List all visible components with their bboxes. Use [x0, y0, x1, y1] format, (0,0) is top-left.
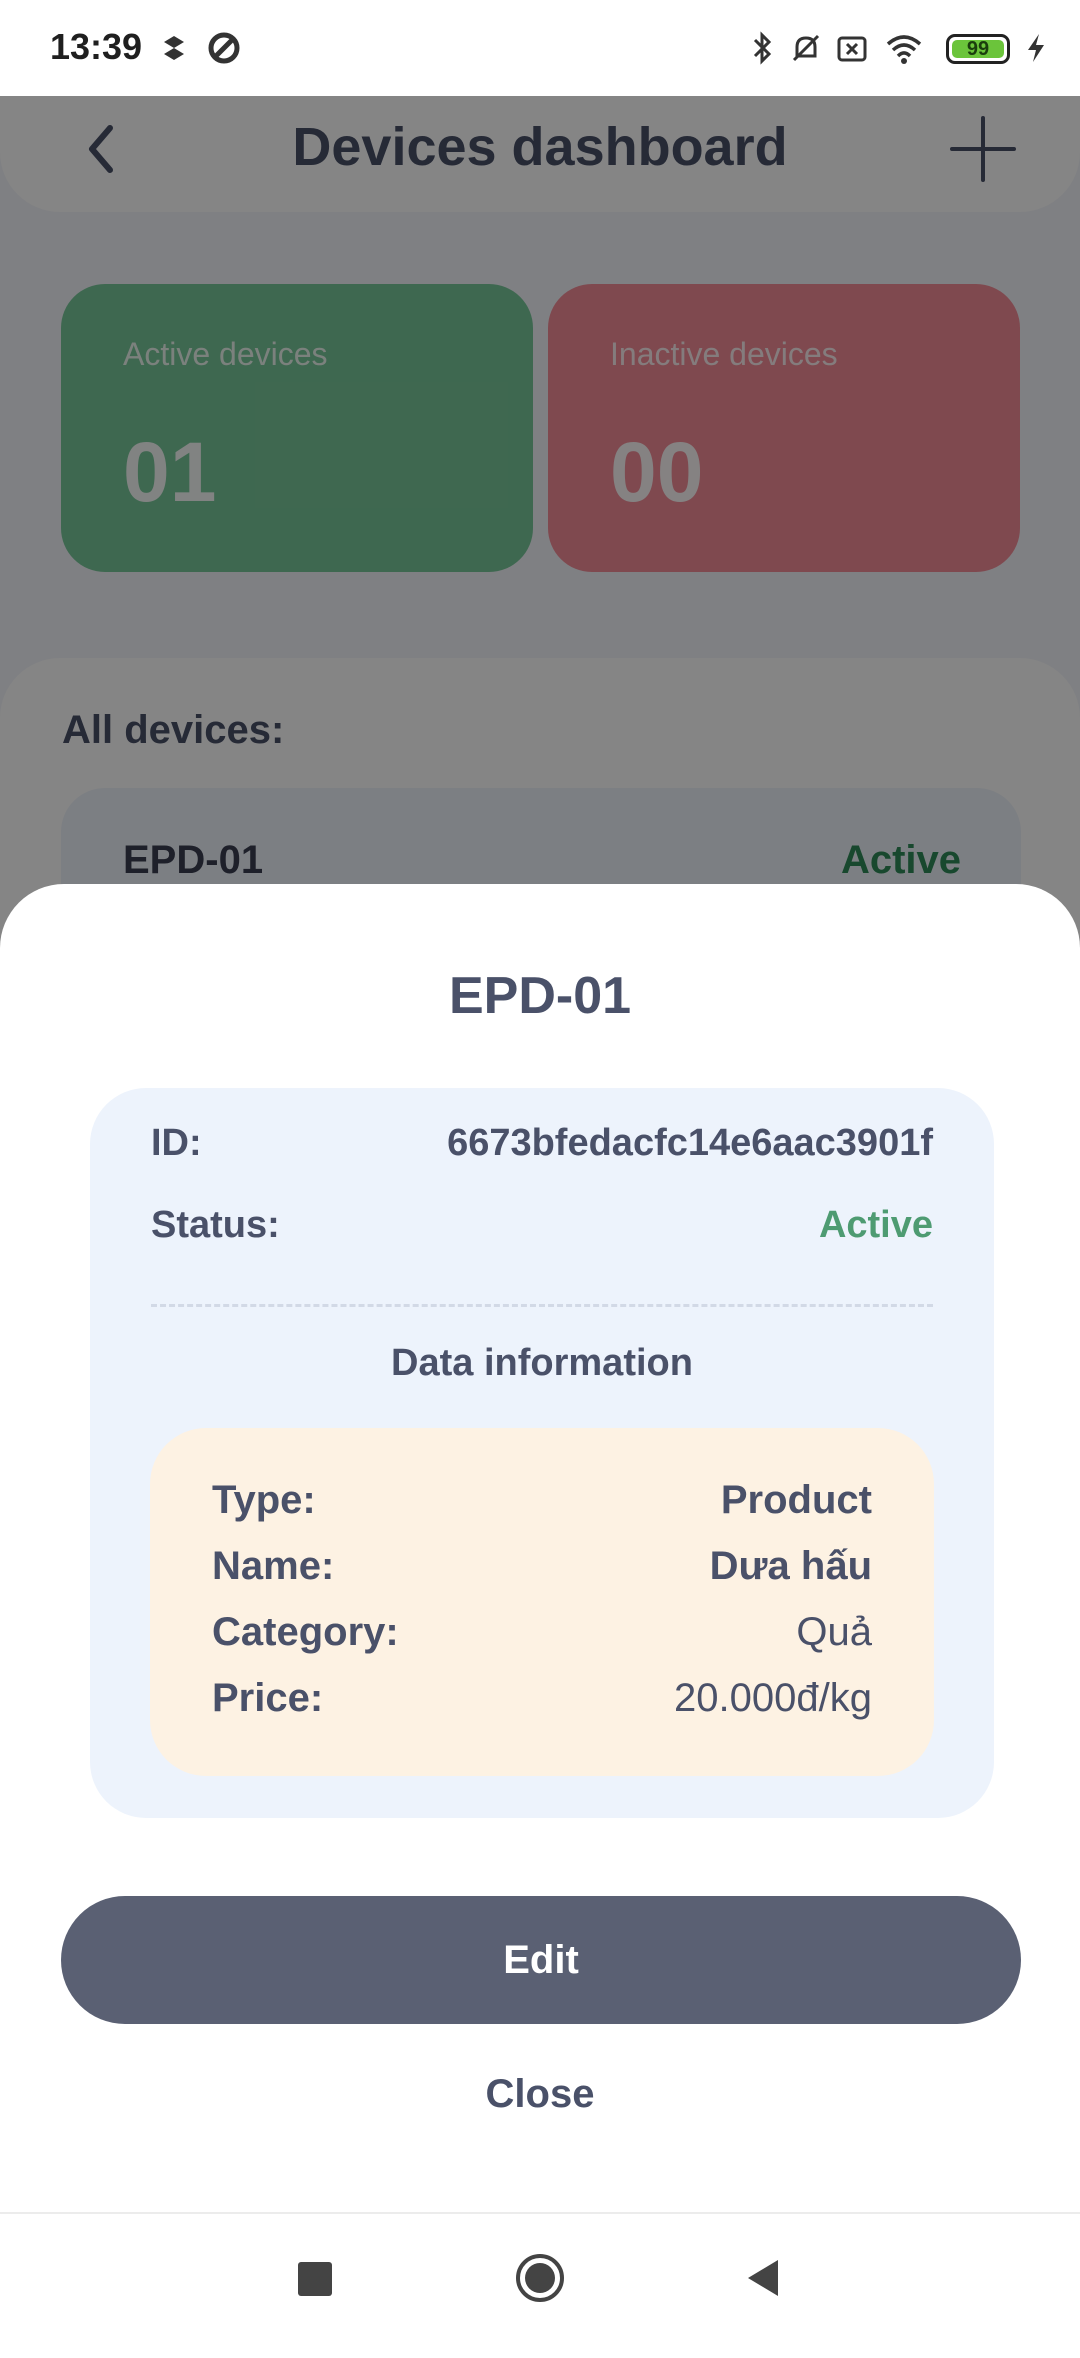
price-value: 20.000đ/kg [674, 1676, 872, 1720]
sheet-title: EPD-01 [448, 967, 632, 1025]
type-value: Product [720, 1478, 872, 1522]
charging-icon [1028, 34, 1044, 62]
battery-level: 99 [966, 38, 990, 60]
id-label: ID: [151, 1122, 202, 1164]
status-value: Active [818, 1204, 933, 1246]
recents-button[interactable] [298, 2262, 332, 2296]
id-value: 6673bfedacfc14e6aac3901f [447, 1122, 933, 1164]
device-detail-sheet: EPD-01 ID: 6673bfedacfc14e6aac3901f Stat… [0, 884, 1080, 2340]
price-label: Price: [212, 1676, 324, 1720]
name-value: Dưa hấu [709, 1544, 872, 1588]
status-bar: 13:39 99 [0, 0, 1080, 96]
status-label: Status: [151, 1204, 280, 1246]
edit-button[interactable]: Edit [61, 1896, 1021, 2024]
wifi-icon [886, 35, 922, 64]
system-nav-bar [0, 2212, 1080, 2342]
category-label: Category: [212, 1610, 399, 1654]
data-information-title: Data information [391, 1342, 693, 1384]
type-label: Type: [212, 1478, 316, 1522]
system-back-button[interactable] [742, 2256, 782, 2300]
category-value: Quả [796, 1610, 872, 1654]
sim-x-icon [837, 36, 867, 62]
status-time: 13:39 [50, 26, 143, 67]
dropbox-icon [164, 36, 184, 60]
battery-icon: 99 [946, 34, 1010, 64]
bell-off-icon [792, 34, 820, 62]
bluetooth-icon [753, 31, 772, 65]
name-label: Name: [212, 1544, 335, 1588]
home-button[interactable] [514, 2252, 566, 2304]
device-info-card: ID: 6673bfedacfc14e6aac3901f Status: Act… [90, 1088, 994, 1818]
sync-icon [208, 32, 240, 64]
dashed-divider [151, 1304, 933, 1307]
data-information-card: Type: Product Name: Dưa hấu Category: Qu… [150, 1428, 934, 1776]
close-button[interactable]: Close [0, 2072, 1080, 2117]
